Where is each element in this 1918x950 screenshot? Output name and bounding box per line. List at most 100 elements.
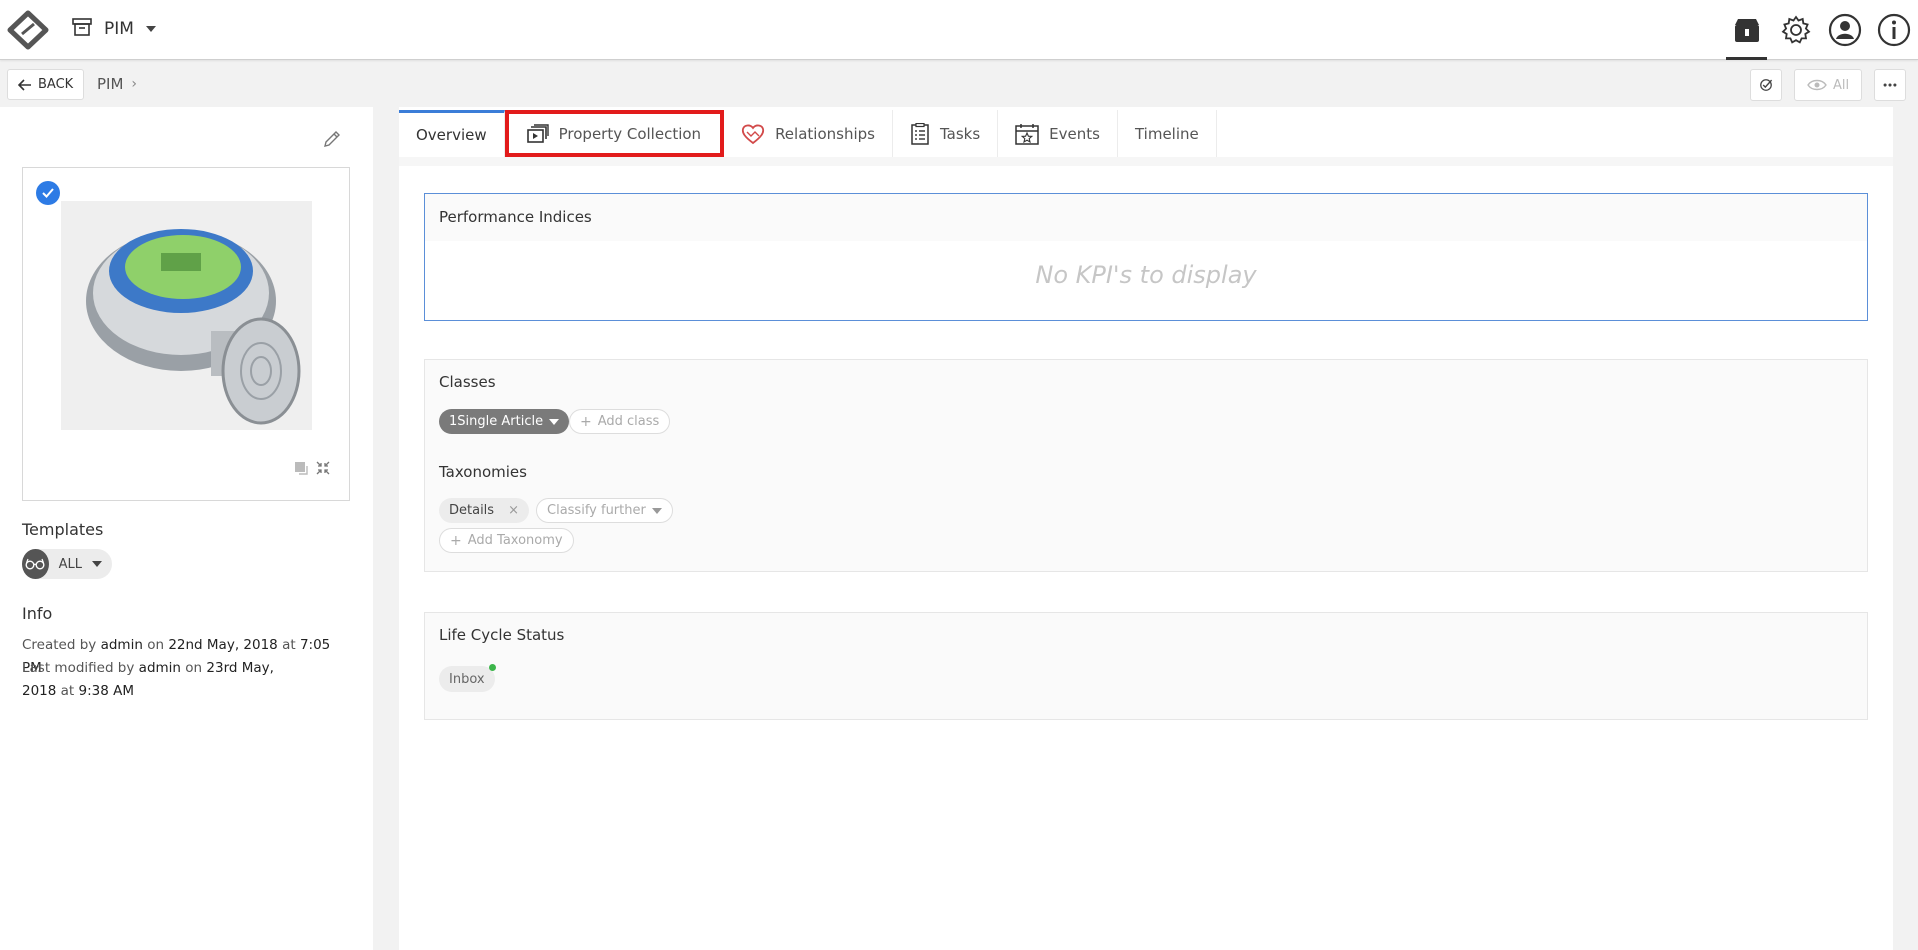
add-taxonomy-button[interactable]: + Add Taxonomy [439,528,574,553]
eye-icon [1807,79,1827,91]
tab-events[interactable]: Events [998,110,1118,157]
add-class-label: Add class [597,414,660,429]
archive-icon [72,18,92,40]
tab-timeline[interactable]: Timeline [1117,110,1217,157]
entity-summary-panel: Templates ALL Info Created by admin on 2… [0,107,373,950]
templates-heading: Templates [22,520,104,539]
chevron-down-icon [651,507,662,514]
breadcrumb: PIM › [97,75,137,93]
modified-year: 2018 [22,683,57,699]
classes-taxonomies-section: Classes 1Single Article + Add class Taxo… [424,359,1868,572]
tab-property-collection-label: Property Collection [558,124,702,143]
relationships-icon [741,124,765,144]
info-icon [1877,13,1910,47]
tasks-icon [911,122,929,145]
close-icon[interactable]: × [508,503,519,518]
more-options-button[interactable] [1874,69,1906,101]
chevron-down-icon [145,26,156,32]
created-user: admin [100,637,143,653]
user-profile-button[interactable] [1820,0,1869,60]
modified-date: 23rd May, [206,660,274,676]
lifecycle-status-label: Inbox [449,671,485,687]
gear-icon [1781,15,1810,44]
modified-on: on [185,660,203,676]
modified-time: 9:38 AM [78,683,135,699]
classify-further-label: Classify further [547,503,646,518]
plus-icon: + [450,532,462,549]
app-logo[interactable] [6,10,50,50]
collapse-icon [316,461,330,475]
tab-timeline-label: Timeline [1134,124,1199,143]
created-at: at [282,637,296,653]
created-prefix: Created by [22,637,97,653]
app-switcher[interactable]: PIM [72,18,156,40]
tab-property-collection[interactable]: Property Collection [504,110,725,157]
default-image-checkbox[interactable] [36,181,60,205]
glasses-icon [22,549,49,579]
package-button[interactable] [1722,0,1771,60]
plus-icon: + [580,413,592,430]
check-icon [42,188,54,198]
breadcrumb-bar: BACK PIM › All [0,61,1918,107]
check-circle-icon [1760,79,1773,91]
validate-button[interactable] [1750,69,1782,101]
class-chip[interactable]: 1Single Article [439,409,570,434]
tab-divider [399,157,1893,166]
tab-tasks-label: Tasks [939,124,981,143]
back-button[interactable]: BACK [7,69,85,100]
tab-relationships[interactable]: Relationships [724,110,893,157]
info-button[interactable] [1869,0,1918,60]
taxonomy-chip-label: Details [449,503,495,518]
kpi-empty-message: No KPI's to display [1035,261,1257,289]
edit-button[interactable] [322,129,342,153]
add-class-button[interactable]: + Add class [569,409,671,434]
property-collection-icon [526,123,549,143]
calendar-icon [1015,123,1039,145]
product-image[interactable] [61,201,312,430]
view-filter-label: All [1832,77,1850,93]
life-cycle-status-section: Life Cycle Status Inbox [424,612,1868,720]
modified-prefix: Last modified by [22,660,135,676]
image-collapse-button[interactable] [315,460,331,480]
add-taxonomy-label: Add Taxonomy [467,533,563,548]
classify-further-dropdown[interactable]: Classify further [536,498,673,523]
tab-overview[interactable]: Overview [399,110,505,157]
app-switcher-label: PIM [104,19,134,39]
performance-indices-title: Performance Indices [439,208,592,226]
view-filter-button[interactable]: All [1794,69,1862,101]
image-replace-icon [295,462,308,475]
settings-button[interactable] [1771,0,1820,60]
template-selector-label: ALL [58,556,82,572]
tab-bar: Overview Property Collection Relationshi… [399,110,1217,157]
top-bar: PIM [0,0,1918,60]
taxonomies-title: Taxonomies [439,463,527,481]
classes-title: Classes [439,373,496,391]
taxonomy-chip[interactable]: Details × [439,498,529,523]
chevron-down-icon [549,418,560,425]
modified-at: at [60,683,75,699]
breadcrumb-item-pim[interactable]: PIM [97,75,123,93]
tab-events-label: Events [1049,124,1100,143]
life-cycle-status-title: Life Cycle Status [439,626,565,644]
chevron-down-icon [92,561,102,567]
tab-tasks[interactable]: Tasks [892,110,999,157]
breadcrumb-separator: › [131,76,138,92]
modified-user: admin [138,660,181,676]
class-chip-label: 1Single Article [449,414,544,429]
main-content: Overview Property Collection Relationshi… [399,107,1893,950]
modified-info: Last modified by admin on 23rd May, 2018… [22,657,352,703]
lifecycle-status-chip[interactable]: Inbox [439,664,496,692]
more-horizontal-icon [1883,83,1897,87]
created-date: 22nd May, 2018 [168,637,278,653]
product-image-card [22,167,350,501]
tab-relationships-label: Relationships [775,124,875,143]
performance-indices-section: Performance Indices No KPI's to display [424,193,1868,321]
user-icon [1828,13,1861,47]
status-indicator [488,664,496,671]
pencil-icon [324,131,340,147]
template-selector[interactable]: ALL [22,549,112,579]
image-replace-button[interactable] [293,460,309,480]
tab-overview-label: Overview [416,126,487,144]
info-heading: Info [22,604,53,623]
created-on: on [147,637,165,653]
